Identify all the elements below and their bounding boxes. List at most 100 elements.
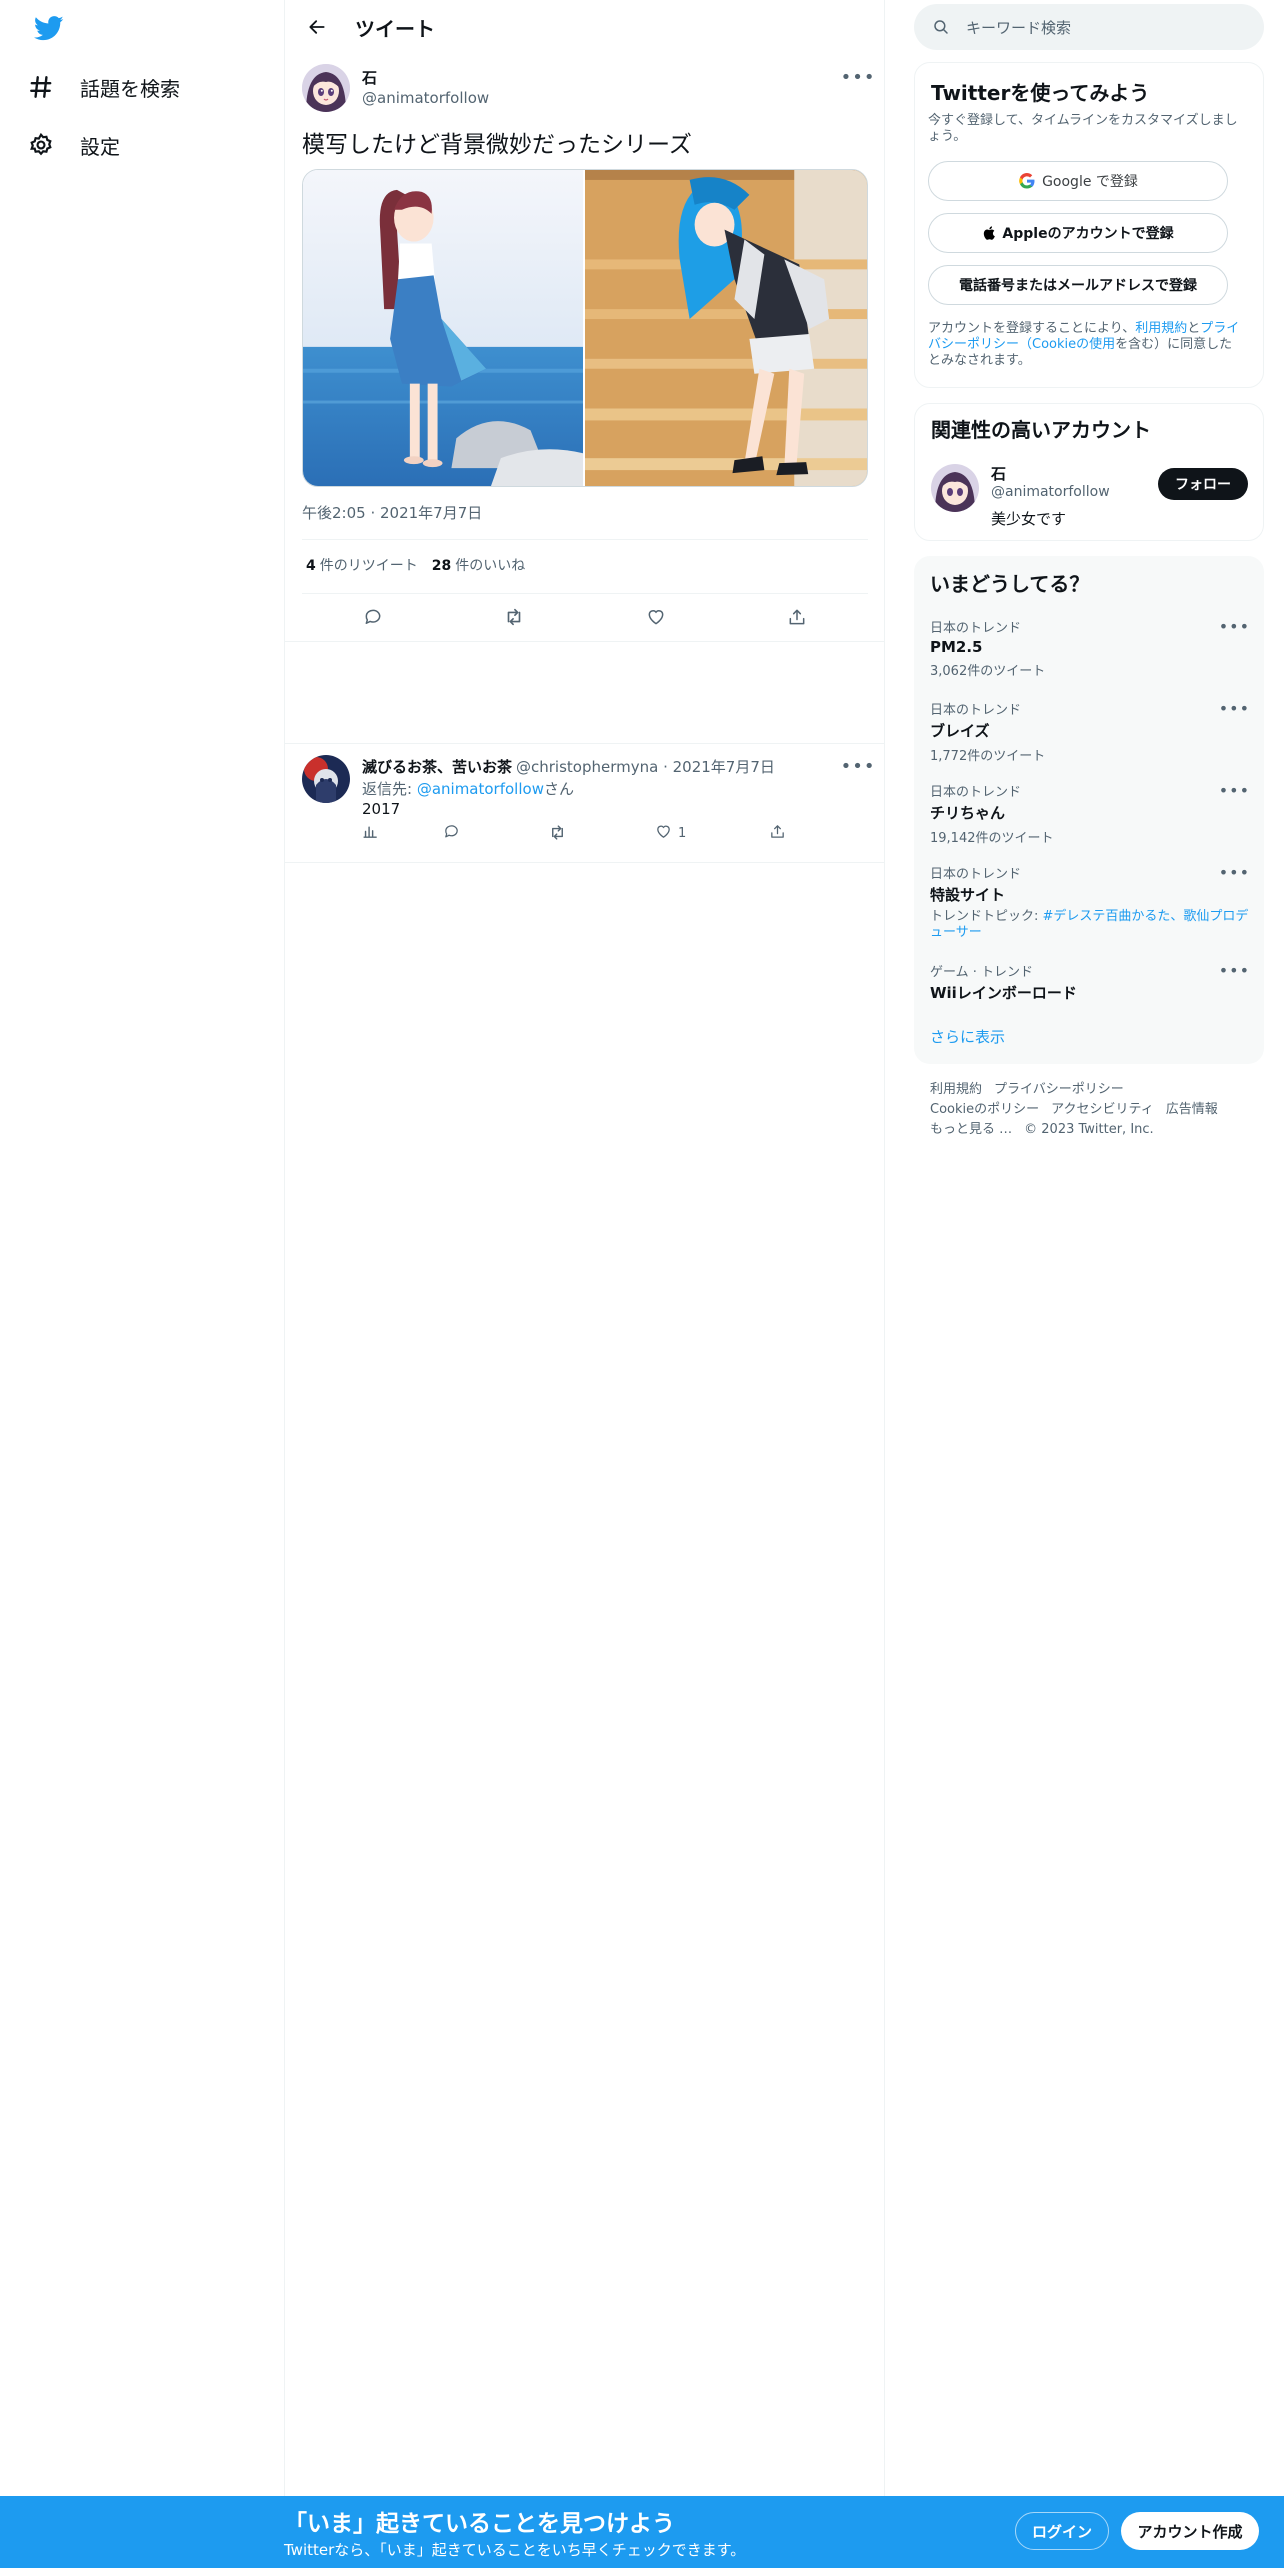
trend-topic-prefix: トレンドトピック: (930, 909, 1043, 924)
retweet-icon[interactable] (548, 823, 567, 842)
nav-settings[interactable]: 設定 (24, 117, 120, 173)
author-name[interactable]: 石 (362, 67, 377, 88)
signup-subtitle: 今すぐ登録して、タイムラインをカスタマイズしましょう。 (928, 113, 1238, 144)
reply-icon[interactable] (443, 823, 460, 840)
author-avatar[interactable] (302, 64, 350, 112)
footer-links: 利用規約 プライバシーポリシー Cookieのポリシー アクセシビリティ 広告情報 も… (930, 1080, 1230, 1140)
search-box[interactable]: キーワード検索 (914, 4, 1264, 50)
page-header: ツイート (285, 0, 885, 54)
back-arrow-icon[interactable] (299, 9, 335, 45)
author-handle[interactable]: @animatorfollow (362, 89, 489, 107)
divider (302, 539, 868, 540)
like-icon (655, 823, 672, 844)
create-account-button[interactable]: アカウント作成 (1121, 2512, 1259, 2550)
more-icon[interactable]: ••• (1219, 961, 1250, 980)
google-signup-label: Google で登録 (1042, 174, 1138, 190)
login-button[interactable]: ログイン (1015, 2512, 1109, 2550)
tweet-actions (302, 598, 868, 636)
trend-item[interactable]: 日本のトレンド チリちゃん 19,142件のツイート ••• (930, 781, 1250, 846)
reply-author-name[interactable]: 滅びるお茶、苦いお茶 (362, 756, 512, 777)
trend-category: 日本のトレンド (930, 621, 1022, 636)
hashtag-icon (24, 70, 58, 104)
nav-explore-label: 話題を検索 (80, 76, 180, 101)
related-name[interactable]: 石 (991, 463, 1006, 484)
legal-prefix: アカウントを登録することにより、 (928, 321, 1136, 336)
trend-category: ゲーム · トレンド (930, 965, 1034, 980)
banner-subtext: Twitterなら、「いま」起きていることをいち早くチェックできます。 (284, 2541, 746, 2559)
nav-explore[interactable]: 話題を検索 (24, 59, 180, 115)
more-icon[interactable]: ••• (1219, 617, 1250, 636)
google-icon (1018, 172, 1036, 190)
retweet-stat[interactable]: 4 件のリツイート (306, 555, 418, 575)
trends-card: いまどうしてる？ 日本のトレンド PM2.5 3,062件のツイート ••• 日… (914, 556, 1264, 1064)
trend-item[interactable]: 日本のトレンド 特設サイト トレンドトピック: #デレステ百曲かるた、歌仙プロデ… (930, 863, 1250, 941)
tweet-media[interactable] (302, 169, 868, 487)
more-icon[interactable]: ••• (1219, 781, 1250, 800)
follow-button[interactable]: フォロー (1158, 468, 1248, 500)
trend-name: チリちゃん (930, 804, 1006, 822)
reply-like-count: 1 (678, 826, 687, 841)
trend-item[interactable]: ゲーム · トレンド Wiiレインボーロード ••• (930, 961, 1250, 1003)
main-column: ツイート 石 @animatorfollow ••• 模写したけど背景微妙だった… (284, 0, 885, 2568)
trend-category: 日本のトレンド (930, 785, 1022, 800)
more-icon[interactable]: ••• (841, 62, 875, 92)
footer-link[interactable]: プライバシーポリシー (994, 1082, 1124, 1097)
divider (302, 593, 868, 594)
like-stat[interactable]: 28 件のいいね (432, 555, 525, 575)
retweet-icon[interactable] (495, 598, 533, 636)
related-avatar[interactable] (931, 464, 979, 512)
reply-author-handle[interactable]: @christophermyna · 2021年7月7日 (516, 756, 775, 777)
google-signup-button[interactable]: Google で登録 (928, 161, 1228, 201)
signup-banner: 「いま」起きていることを見つけよう Twitterなら、「いま」起きていることを… (0, 2496, 1284, 2568)
apple-signup-button[interactable]: Appleのアカウントで登録 (928, 213, 1228, 253)
trend-item[interactable]: 日本のトレンド PM2.5 3,062件のツイート ••• (930, 617, 1250, 679)
trend-item[interactable]: 日本のトレンド ブレイズ 1,772件のツイート ••• (930, 699, 1250, 764)
show-more-link[interactable]: さらに表示 (930, 1026, 1005, 1047)
related-accounts-card: 関連性の高いアカウント 石 @animatorfollow 美少女です フォロー (914, 403, 1264, 541)
like-label: 件のいいね (455, 558, 526, 574)
signup-legal: アカウントを登録することにより、利用規約とプライバシーポリシー（Cookieの使… (928, 321, 1244, 369)
legal-and: と (1187, 321, 1201, 336)
media-image-1[interactable] (303, 170, 585, 486)
share-icon[interactable] (769, 823, 786, 840)
phone-signup-button[interactable]: 電話番号またはメールアドレスで登録 (928, 265, 1228, 305)
phone-signup-label: 電話番号またはメールアドレスで登録 (959, 278, 1197, 294)
more-icon[interactable]: ••• (1219, 699, 1250, 718)
reply-avatar[interactable] (302, 755, 350, 803)
media-image-2[interactable] (585, 170, 867, 486)
trend-name: PM2.5 (930, 638, 983, 656)
like-icon[interactable] (637, 598, 675, 636)
signup-title: Twitterを使ってみよう (931, 81, 1150, 105)
tweet-text: 模写したけど背景微妙だったシリーズ (302, 132, 692, 158)
reply-text: 2017 (362, 800, 401, 818)
tweet-timestamp[interactable]: 午後2:05 · 2021年7月7日 (302, 502, 482, 523)
search-input[interactable]: キーワード検索 (966, 17, 1071, 38)
reply-icon[interactable] (354, 598, 392, 636)
footer-link[interactable]: もっと見る … (930, 1122, 1012, 1137)
like-count: 28 (431, 558, 452, 574)
footer-link[interactable]: 広告情報 (1166, 1102, 1218, 1117)
share-icon[interactable] (778, 598, 816, 636)
related-handle[interactable]: @animatorfollow (991, 484, 1110, 500)
related-bio: 美少女です (991, 510, 1067, 528)
banner-headline: 「いま」起きていることを見つけよう (284, 2511, 675, 2537)
divider (285, 641, 885, 642)
more-icon[interactable]: ••• (1219, 863, 1250, 882)
footer-link[interactable]: 利用規約 (930, 1082, 982, 1097)
tweet-stats: 4 件のリツイート 28 件のいいね (306, 555, 525, 575)
analytics-icon[interactable] (362, 823, 379, 840)
replying-to-link[interactable]: @animatorfollow (417, 780, 544, 798)
like-button[interactable]: 1 (655, 823, 686, 844)
trend-count: 19,142件のツイート (930, 831, 1054, 846)
footer-link[interactable]: アクセシビリティ (1051, 1102, 1154, 1117)
footer-link[interactable]: Cookieのポリシー (930, 1102, 1039, 1117)
terms-link[interactable]: 利用規約 (1135, 321, 1187, 336)
twitter-bird-icon[interactable] (32, 13, 66, 43)
page: 話題を検索 設定 ツイート 石 @animatorfollow ••• 模写した… (0, 0, 1284, 2568)
more-icon[interactable]: ••• (841, 751, 875, 781)
apple-signup-label: Appleのアカウントで登録 (1002, 226, 1174, 242)
trend-category: 日本のトレンド (930, 867, 1022, 882)
replying-prefix: 返信先: (362, 780, 417, 798)
gear-icon (24, 128, 58, 162)
signup-card: Twitterを使ってみよう 今すぐ登録して、タイムラインをカスタマイズしましょ… (914, 62, 1264, 388)
